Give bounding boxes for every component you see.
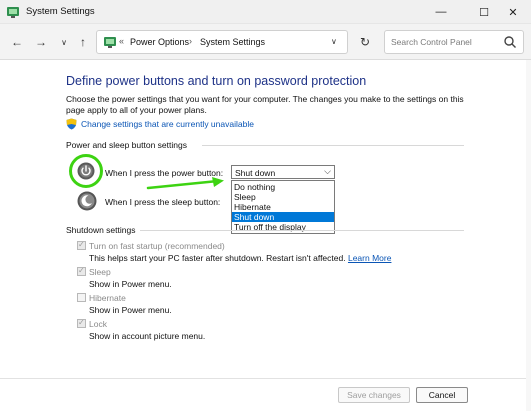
power-button-action-select[interactable]: Shut down ⌵: [231, 165, 335, 179]
chevron-down-icon: ∨: [61, 37, 67, 47]
lock-option-label: Lock: [89, 319, 107, 329]
page-description: Choose the power settings that you want …: [66, 94, 464, 115]
maximize-icon: ☐: [479, 6, 489, 19]
recent-locations-button[interactable]: ∨: [55, 33, 73, 51]
save-changes-button[interactable]: Save changes: [338, 387, 410, 403]
refresh-icon: ↻: [359, 35, 371, 49]
up-button[interactable]: ↑: [74, 33, 92, 51]
refresh-button[interactable]: ↻: [355, 32, 375, 52]
sleep-option-label: Sleep: [89, 267, 111, 277]
divider: [202, 145, 464, 146]
minimize-button[interactable]: —: [423, 0, 459, 24]
check-icon: ✓: [78, 318, 85, 327]
select-value: Shut down: [235, 168, 276, 178]
cancel-button[interactable]: Cancel: [416, 387, 468, 403]
option-do-nothing[interactable]: Do nothing: [232, 182, 334, 192]
search-icon: [504, 36, 516, 48]
hibernate-checkbox[interactable]: [77, 293, 86, 302]
sleep-button-label: When I press the sleep button:: [105, 197, 221, 207]
highlight-circle: [69, 154, 103, 188]
breadcrumb-power-options[interactable]: Power Options: [130, 37, 189, 47]
address-bar[interactable]: « Power Options › System Settings ∨: [96, 30, 348, 54]
option-shut-down[interactable]: Shut down: [232, 212, 334, 222]
address-row: ← → ∨ ↑ « Power Options › System Setting…: [0, 24, 531, 60]
sleep-button-icon: [77, 191, 97, 211]
forward-button[interactable]: →: [32, 33, 50, 51]
power-group-label: Power and sleep button settings: [66, 140, 187, 150]
page-title: Define power buttons and turn on passwor…: [66, 74, 367, 88]
window-title: System Settings: [26, 6, 95, 17]
check-icon: ✓: [78, 240, 85, 249]
lock-checkbox[interactable]: ✓: [77, 318, 86, 328]
lock-option-description: Show in account picture menu.: [89, 331, 206, 341]
arrow-left-icon: ←: [11, 35, 23, 49]
hibernate-option-description: Show in Power menu.: [89, 305, 172, 315]
arrow-right-icon: →: [35, 35, 47, 49]
option-hibernate[interactable]: Hibernate: [232, 202, 334, 212]
sleep-checkbox[interactable]: ✓: [77, 266, 86, 276]
close-icon: ✕: [508, 6, 518, 19]
shield-icon: [66, 118, 77, 130]
check-icon: ✓: [78, 266, 85, 275]
search-placeholder: Search Control Panel: [391, 37, 472, 47]
power-button-icon: [77, 162, 95, 180]
address-dropdown-icon[interactable]: ∨: [331, 37, 337, 46]
shutdown-group-label: Shutdown settings: [66, 225, 136, 235]
fast-startup-label: Turn on fast startup (recommended): [89, 241, 225, 251]
learn-more-link[interactable]: Learn More: [348, 253, 391, 263]
sleep-option-description: Show in Power menu.: [89, 279, 172, 289]
fast-startup-desc-text: This helps start your PC faster after sh…: [89, 253, 346, 263]
footer-divider: [0, 378, 531, 379]
control-panel-icon: [104, 37, 116, 48]
close-button[interactable]: ✕: [495, 0, 531, 24]
change-settings-link[interactable]: Change settings that are currently unava…: [81, 119, 254, 129]
divider: [140, 230, 464, 231]
title-bar: System Settings — ☐ ✕: [0, 0, 531, 24]
hibernate-option-label: Hibernate: [89, 293, 126, 303]
fast-startup-description: This helps start your PC faster after sh…: [89, 253, 391, 263]
breadcrumb-system-settings[interactable]: System Settings: [200, 37, 265, 47]
annotation-arrow: [146, 177, 224, 190]
breadcrumb-separator[interactable]: ›: [189, 36, 192, 46]
power-action-dropdown-list: Do nothing Sleep Hibernate Shut down Tur…: [231, 180, 335, 234]
chevron-down-icon: ⌵: [324, 166, 331, 176]
fast-startup-checkbox[interactable]: ✓: [77, 240, 86, 250]
scrollbar[interactable]: [526, 60, 531, 411]
control-panel-icon: [7, 7, 19, 18]
minimize-icon: —: [435, 6, 447, 18]
search-input[interactable]: Search Control Panel: [384, 30, 524, 54]
arrow-up-icon: ↑: [80, 35, 86, 49]
breadcrumb-overflow[interactable]: «: [119, 36, 124, 46]
back-button[interactable]: ←: [8, 33, 26, 51]
option-sleep[interactable]: Sleep: [232, 192, 334, 202]
